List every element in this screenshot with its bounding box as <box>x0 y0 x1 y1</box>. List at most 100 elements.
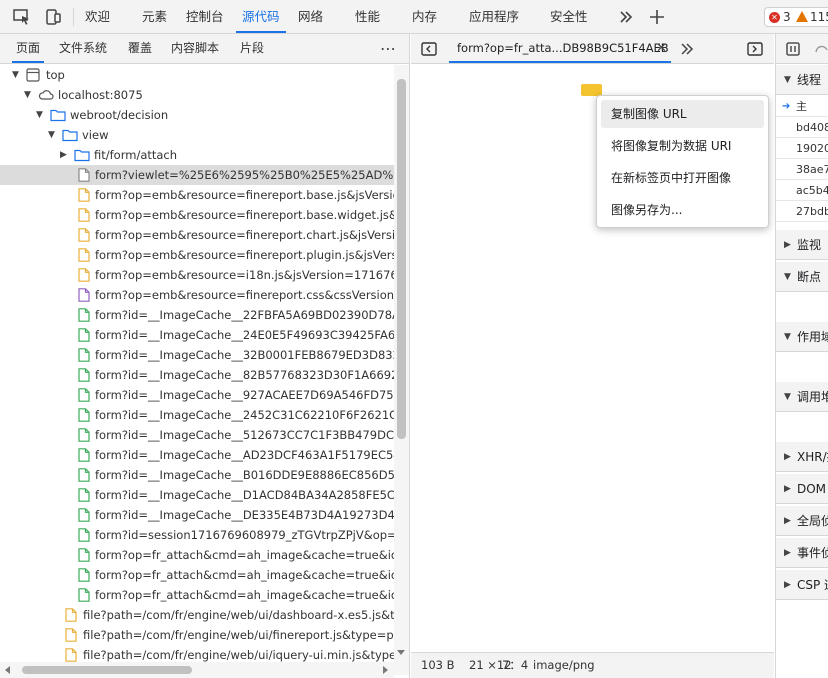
file-tab[interactable]: form?op=fr_atta...DB98B9C51F4AEB ✕ <box>449 34 671 63</box>
tab-sources[interactable]: 源代码 <box>236 0 285 33</box>
expand-down-icon[interactable]: ▼ <box>48 125 58 145</box>
thread-label: bd408 <box>796 121 828 134</box>
scroll-left-icon[interactable] <box>5 666 10 674</box>
tree-item[interactable]: form?id=__ImageCache__B016DDE9E8886EC856… <box>0 465 394 485</box>
close-icon[interactable]: ✕ <box>656 34 667 63</box>
debugger-toolbar <box>776 34 828 64</box>
tree-item[interactable]: form?id=__ImageCache__DE335E4B73D4A19273… <box>0 505 394 525</box>
expand-down-icon[interactable]: ▼ <box>36 105 46 125</box>
device-toolbar-icon[interactable] <box>43 7 63 27</box>
tab-snippets[interactable]: 片段 <box>240 34 264 63</box>
thread-item[interactable]: bd408 <box>776 117 828 138</box>
tree-item[interactable]: form?id=__ImageCache__927ACAEE7D69A546FD… <box>0 385 394 405</box>
menu-copy-image-url[interactable]: 复制图像 URL <box>601 100 764 128</box>
toggle-debugger-icon[interactable] <box>747 42 763 56</box>
tab-application[interactable]: 应用程序 <box>469 0 519 33</box>
tree-item[interactable]: ▼ localhost:8075 <box>0 85 394 105</box>
expand-right-icon[interactable]: ▶ <box>60 145 70 165</box>
tab-page[interactable]: 页面 <box>11 34 45 63</box>
section-breakpoints[interactable]: ▼ 断点 <box>776 262 828 292</box>
section-call-stack[interactable]: ▼ 调用堆 <box>776 382 828 412</box>
tree-item[interactable]: form?op=fr_attach&cmd=ah_image&cache=tru… <box>0 585 394 605</box>
tab-network[interactable]: 网络 <box>298 0 323 33</box>
section-dom-breakpoints[interactable]: ▶ DOM <box>776 474 828 504</box>
scrollbar-thumb[interactable] <box>22 666 192 674</box>
image-file-icon <box>78 508 92 522</box>
thread-item[interactable]: 38ae7 <box>776 159 828 180</box>
tree-item[interactable]: form?op=emb&resource=finereport.plugin.j… <box>0 245 394 265</box>
tree-item[interactable]: form?id=__ImageCache__24E0E5F49693C39425… <box>0 325 394 345</box>
tree-item-label: form?op=emb&resource=finereport.plugin.j… <box>95 248 394 262</box>
toggle-navigator-icon[interactable] <box>421 42 437 56</box>
section-global-listeners[interactable]: ▶ 全局侦 <box>776 506 828 536</box>
tree-item[interactable]: ▼ view <box>0 125 394 145</box>
thread-item[interactable]: 27bdb <box>776 201 828 222</box>
tree-item[interactable]: form?id=__ImageCache__512673CC7C1F3BB479… <box>0 425 394 445</box>
section-label: 断点 <box>797 270 822 284</box>
scroll-down-icon[interactable] <box>397 650 405 655</box>
section-event-listeners[interactable]: ▶ 事件侦 <box>776 538 828 568</box>
tab-overrides[interactable]: 覆盖 <box>128 34 152 63</box>
inspect-element-icon[interactable] <box>12 7 32 27</box>
horizontal-scrollbar[interactable] <box>0 662 394 678</box>
tab-security[interactable]: 安全性 <box>550 0 588 33</box>
expand-down-icon[interactable]: ▼ <box>24 85 34 105</box>
add-tab-icon[interactable] <box>647 7 667 27</box>
threads-header[interactable]: ▼ 线程 <box>776 65 828 95</box>
more-tabs-icon[interactable] <box>616 7 636 27</box>
image-file-icon <box>78 448 92 462</box>
tree-item[interactable]: file?path=/com/fr/engine/web/ui/finerepo… <box>0 625 394 645</box>
issues-badge[interactable]: ✕ 3 115 <box>764 7 828 27</box>
tab-performance[interactable]: 性能 <box>355 0 380 33</box>
tab-memory[interactable]: 内存 <box>412 0 437 33</box>
tab-console[interactable]: 控制台 <box>186 0 224 33</box>
thread-item[interactable]: ac5b4 <box>776 180 828 201</box>
tab-welcome[interactable]: 欢迎 <box>85 0 110 33</box>
tree-item[interactable]: file?path=/com/fr/engine/web/ui/dashboar… <box>0 605 394 625</box>
section-csp-violations[interactable]: ▶ CSP 违 <box>776 570 828 600</box>
script-file-icon <box>78 268 92 282</box>
tree-item[interactable]: form?op=emb&resource=finereport.base.js&… <box>0 185 394 205</box>
tree-item[interactable]: form?op=emb&resource=finereport.chart.js… <box>0 225 394 245</box>
tab-content-scripts[interactable]: 内容脚本 <box>171 34 219 63</box>
vertical-scrollbar[interactable] <box>394 65 409 675</box>
tab-filesystem[interactable]: 文件系统 <box>59 34 107 63</box>
tree-item[interactable]: form?op=fr_attach&cmd=ah_image&cache=tru… <box>0 565 394 585</box>
tree-item[interactable]: form?id=__ImageCache__D1ACD84BA34A2858FE… <box>0 485 394 505</box>
tree-item[interactable]: form?id=session1716769608979_zTGVtrpZPjV… <box>0 525 394 545</box>
tree-item[interactable]: form?viewlet=%25E6%2595%25B0%25E5%25AD%2… <box>0 165 394 185</box>
tree-item[interactable]: form?id=__ImageCache__AD23DCF463A1F5179E… <box>0 445 394 465</box>
expand-down-icon[interactable]: ▼ <box>12 65 22 85</box>
tree-item[interactable]: form?id=__ImageCache__22FBFA5A69BD02390D… <box>0 305 394 325</box>
menu-copy-as-data-uri[interactable]: 将图像复制为数据 URI <box>601 132 764 160</box>
scrollbar-thumb[interactable] <box>397 79 406 439</box>
thread-item[interactable]: 19020 <box>776 138 828 159</box>
tab-elements[interactable]: 元素 <box>142 0 167 33</box>
tree-item[interactable]: form?op=emb&resource=finereport.base.wid… <box>0 205 394 225</box>
tree-item[interactable]: ▼ top <box>0 65 394 85</box>
expand-down-icon: ▼ <box>784 332 791 342</box>
tree-item[interactable]: form?op=fr_attach&cmd=ah_image&cache=tru… <box>0 545 394 565</box>
cloud-icon <box>38 88 54 102</box>
image-file-icon <box>78 308 92 322</box>
tree-item[interactable]: form?op=emb&resource=finereport.css&cssV… <box>0 285 394 305</box>
section-scope[interactable]: ▼ 作用域 <box>776 322 828 352</box>
step-over-icon[interactable] <box>814 42 828 56</box>
more-tabs-icon[interactable] <box>678 40 696 58</box>
thread-item[interactable]: ➔ 主 <box>776 96 828 117</box>
pause-icon[interactable] <box>786 42 800 56</box>
tree-item-label: form?id=__ImageCache__82B57768323D30F1A6… <box>95 368 394 382</box>
menu-save-image-as[interactable]: 图像另存为... <box>601 196 764 224</box>
section-watch[interactable]: ▶ 监视 <box>776 230 828 260</box>
menu-open-in-new-tab[interactable]: 在新标签页中打开图像 <box>601 164 764 192</box>
tree-item[interactable]: form?id=__ImageCache__32B0001FEB8679ED3D… <box>0 345 394 365</box>
tree-item[interactable]: ▼ webroot/decision <box>0 105 394 125</box>
thread-label: 27bdb <box>796 205 828 218</box>
scroll-right-icon[interactable] <box>383 666 388 674</box>
tree-item[interactable]: form?id=__ImageCache__2452C31C62210F6F26… <box>0 405 394 425</box>
tree-item[interactable]: form?id=__ImageCache__82B57768323D30F1A6… <box>0 365 394 385</box>
tree-item[interactable]: form?op=emb&resource=i18n.js&jsVersion=1… <box>0 265 394 285</box>
more-options-icon[interactable]: ⋯ <box>380 34 397 63</box>
section-xhr-breakpoints[interactable]: ▶ XHR/提 <box>776 442 828 472</box>
tree-item[interactable]: ▶ fit/form/attach <box>0 145 394 165</box>
